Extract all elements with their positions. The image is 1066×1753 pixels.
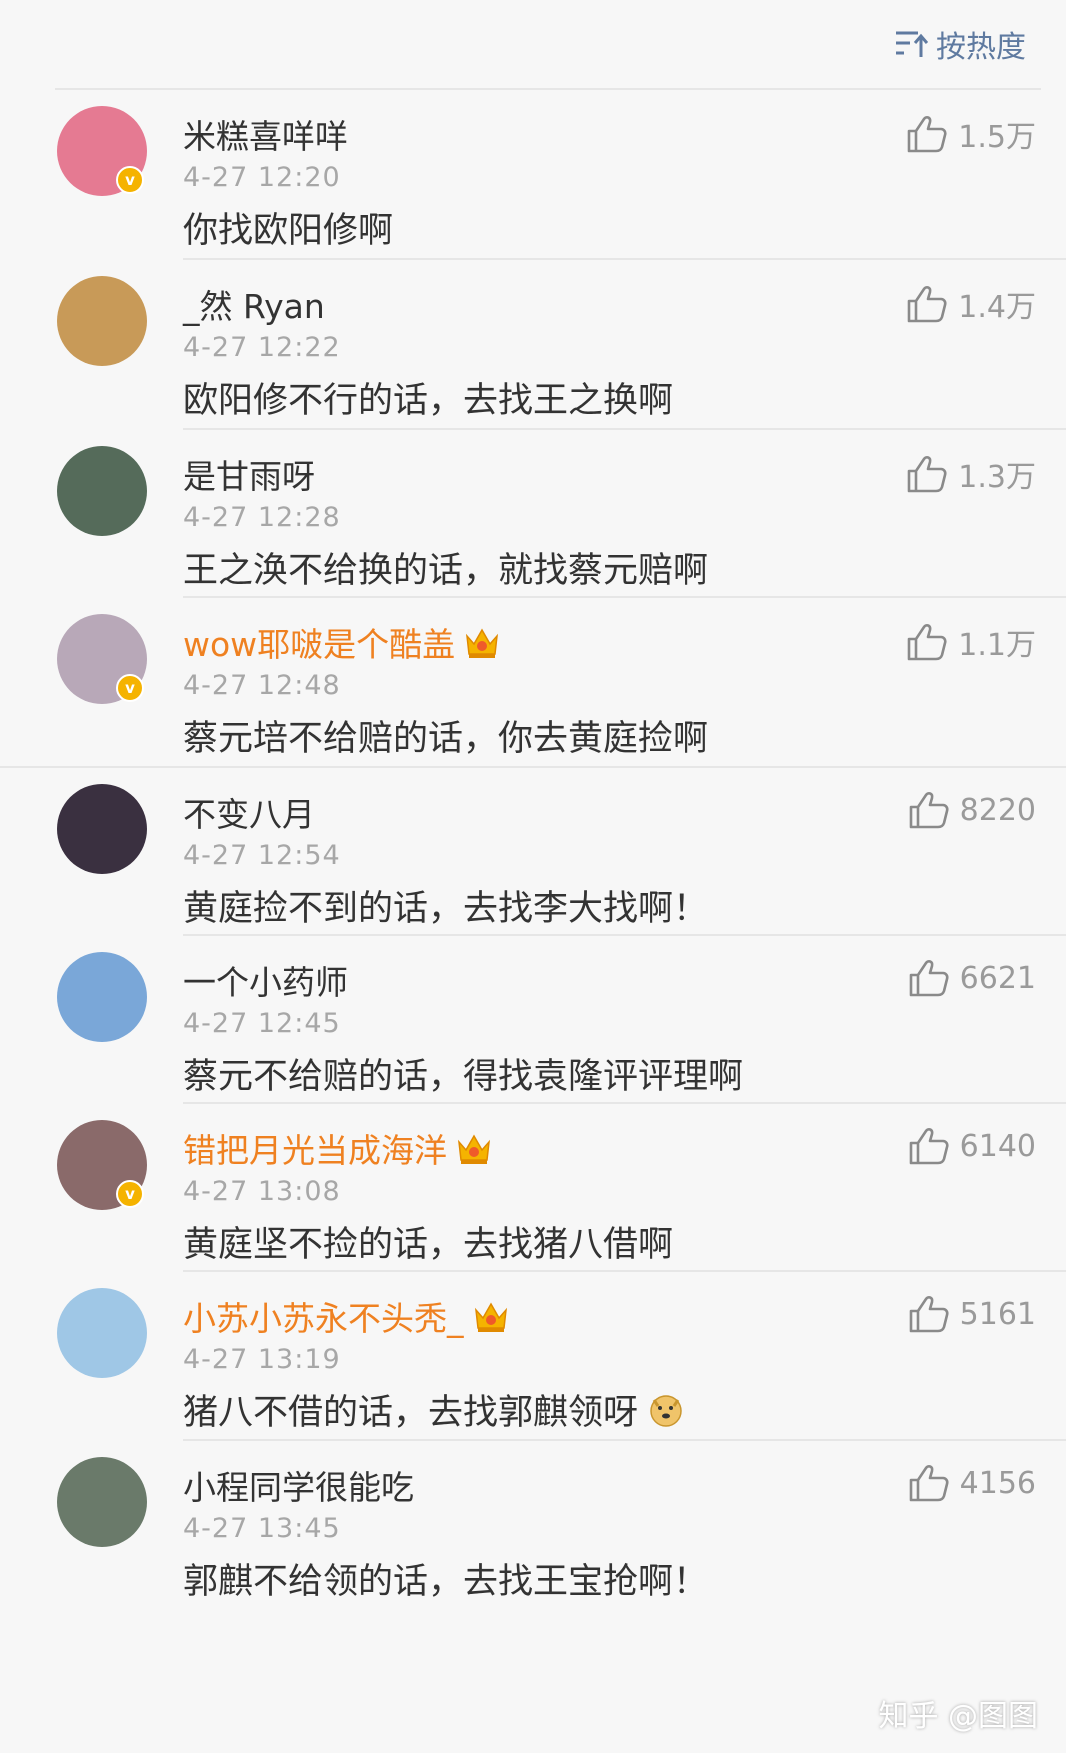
like-button[interactable]: 1.3万 [906, 452, 1036, 496]
comment-time: 4-27 12:28 [183, 502, 341, 533]
username[interactable]: 错把月光当成海洋 [183, 1124, 493, 1172]
comment-text-content: 黄庭捡不到的话，去找李大找啊！ [183, 889, 709, 929]
username-text: 米糕喜咩咩 [183, 117, 348, 156]
username-text: 小程同学很能吃 [183, 1468, 414, 1507]
comment-time: 4-27 13:08 [183, 1176, 341, 1207]
comment-item: v wow耶啵是个酷盖 4-27 12:48 蔡元培不给赔的话，你去黄庭捡啊 1.1万 [0, 598, 1066, 768]
username-text: 一个小药师 [183, 963, 348, 1002]
comment-text: 你找欧阳修啊 [183, 202, 393, 253]
comment-text-content: 欧阳修不行的话，去找王之换啊 [183, 381, 674, 421]
comment-time: 4-27 12:48 [183, 670, 341, 701]
avatar[interactable] [57, 784, 147, 874]
username[interactable]: _然 Ryan [183, 280, 325, 328]
verified-badge-icon: v [116, 674, 144, 702]
thumbs-up-icon [907, 286, 947, 323]
like-button[interactable]: 5161 [908, 1294, 1036, 1334]
comment-time: 4-27 12:22 [183, 332, 341, 363]
like-count: 6621 [959, 960, 1036, 996]
comment-text: 猪八不借的话，去找郭麒领呀 [183, 1384, 684, 1435]
sort-by-hot-button[interactable]: 按热度 [894, 22, 1026, 66]
comment-text: 黄庭捡不到的话，去找李大找啊！ [183, 880, 708, 931]
comment-text: 欧阳修不行的话，去找王之换啊 [183, 372, 673, 423]
doge-emoji-icon [650, 1394, 682, 1427]
avatar[interactable] [57, 446, 147, 536]
comment-time: 4-27 12:45 [183, 1008, 341, 1039]
like-count: 1.3万 [958, 460, 1036, 495]
comment-time: 4-27 12:54 [183, 840, 341, 871]
comment-item: _然 Ryan 4-27 12:22 欧阳修不行的话，去找王之换啊 1.4万 [0, 260, 1066, 430]
thumbs-up-icon [909, 960, 949, 997]
thumbs-up-icon [907, 624, 947, 661]
comment-time: 4-27 12:20 [183, 162, 341, 193]
like-count: 1.4万 [958, 290, 1036, 325]
username[interactable]: 是甘雨呀 [183, 450, 315, 498]
thumbs-up-icon [909, 1465, 949, 1502]
like-button[interactable]: 1.5万 [906, 112, 1036, 156]
comment-text-content: 蔡元培不给赔的话，你去黄庭捡啊 [183, 719, 709, 759]
username[interactable]: 米糕喜咩咩 [183, 110, 348, 158]
comment-time: 4-27 13:45 [183, 1513, 341, 1544]
comment-item: 不变八月 4-27 12:54 黄庭捡不到的话，去找李大找啊！ 8220 [0, 768, 1066, 936]
vip-crown-icon [466, 628, 499, 658]
verified-badge-icon: v [116, 166, 144, 194]
username[interactable]: 小程同学很能吃 [183, 1461, 414, 1509]
comment-time: 4-27 13:19 [183, 1344, 341, 1375]
verified-badge-icon: v [116, 1180, 144, 1208]
like-button[interactable]: 6140 [908, 1126, 1036, 1166]
like-button[interactable]: 8220 [908, 790, 1036, 830]
username[interactable]: 一个小药师 [183, 956, 348, 1004]
avatar[interactable] [57, 1457, 147, 1547]
comment-text-content: 王之涣不给换的话，就找蔡元赔啊 [183, 551, 709, 591]
like-count: 1.1万 [958, 628, 1036, 663]
watermark: 知乎 @图图 [878, 1699, 1038, 1734]
like-count: 1.5万 [958, 120, 1036, 155]
username[interactable]: 小苏小苏永不头秃_ [183, 1292, 510, 1340]
username[interactable]: wow耶啵是个酷盖 [183, 618, 501, 666]
comment-text: 郭麒不给领的话，去找王宝抢啊！ [183, 1553, 708, 1604]
username-text: 是甘雨呀 [183, 457, 315, 496]
vip-crown-icon [457, 1134, 491, 1164]
username-text: 不变八月 [183, 795, 315, 834]
thumbs-up-icon [909, 1128, 949, 1165]
sort-label: 按热度 [936, 30, 1026, 65]
comment-text-content: 你找欧阳修啊 [183, 211, 394, 251]
comment-text: 蔡元不给赔的话，得找袁隆评评理啊 [183, 1048, 743, 1099]
like-count: 5161 [959, 1296, 1036, 1332]
sort-icon [896, 31, 928, 57]
like-count: 4156 [959, 1465, 1036, 1501]
like-count: 8220 [959, 792, 1036, 828]
username-text: _然 Ryan [183, 287, 325, 326]
like-button[interactable]: 1.1万 [906, 620, 1036, 664]
comment-item: 一个小药师 4-27 12:45 蔡元不给赔的话，得找袁隆评评理啊 6621 [0, 936, 1066, 1104]
comment-text-content: 猪八不借的话，去找郭麒领呀 [183, 1393, 639, 1433]
like-button[interactable]: 6621 [908, 958, 1036, 998]
like-button[interactable]: 1.4万 [906, 282, 1036, 326]
avatar[interactable] [57, 1288, 147, 1378]
comment-text-content: 蔡元不给赔的话，得找袁隆评评理啊 [183, 1057, 744, 1097]
comment-text-content: 黄庭坚不捡的话，去找猪八借啊 [183, 1225, 674, 1265]
comment-item: 小苏小苏永不头秃_ 4-27 13:19 猪八不借的话，去找郭麒领呀 5161 [0, 1272, 1066, 1441]
thumbs-up-icon [909, 792, 949, 829]
comment-text-content: 郭麒不给领的话，去找王宝抢啊！ [183, 1562, 709, 1602]
thumbs-up-icon [909, 1296, 949, 1333]
comment-text: 王之涣不给换的话，就找蔡元赔啊 [183, 542, 708, 593]
thumbs-up-icon [907, 116, 947, 153]
username-text: wow耶啵是个酷盖 [183, 625, 456, 664]
avatar[interactable] [57, 276, 147, 366]
username-text: 小苏小苏永不头秃_ [183, 1299, 464, 1338]
comment-item: v 米糕喜咩咩 4-27 12:20 你找欧阳修啊 1.5万 [0, 90, 1066, 260]
comment-item: 是甘雨呀 4-27 12:28 王之涣不给换的话，就找蔡元赔啊 1.3万 [0, 430, 1066, 598]
avatar[interactable] [57, 952, 147, 1042]
vip-crown-icon [474, 1302, 507, 1332]
comment-item: v 错把月光当成海洋 4-27 13:08 黄庭坚不捡的话，去找猪八借啊 6140 [0, 1104, 1066, 1272]
comment-text: 黄庭坚不捡的话，去找猪八借啊 [183, 1216, 673, 1267]
username[interactable]: 不变八月 [183, 788, 315, 836]
like-count: 6140 [959, 1128, 1036, 1164]
username-text: 错把月光当成海洋 [183, 1131, 447, 1170]
thumbs-up-icon [907, 456, 947, 493]
comment-text: 蔡元培不给赔的话，你去黄庭捡啊 [183, 710, 708, 761]
like-button[interactable]: 4156 [908, 1463, 1036, 1503]
